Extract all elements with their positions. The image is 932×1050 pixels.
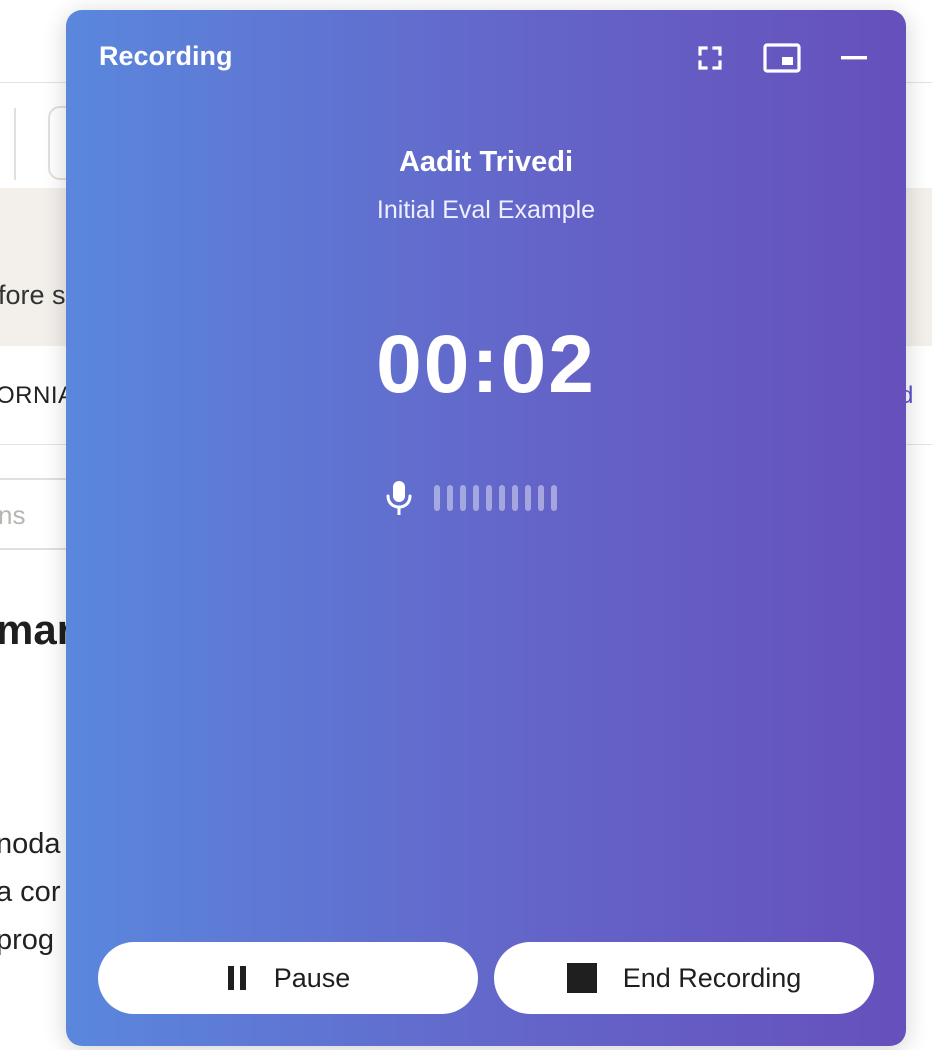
pause-button[interactable]: Pause <box>98 942 478 1014</box>
stop-icon <box>566 963 597 993</box>
level-bar <box>551 485 557 511</box>
picture-in-picture-icon <box>763 43 801 73</box>
section-heading: mar <box>0 606 74 653</box>
level-bar <box>473 485 479 511</box>
info-row-label: ORNIA <box>0 382 75 409</box>
toolbar-separator <box>14 108 16 180</box>
level-bars <box>434 485 557 511</box>
end-recording-button-label: End Recording <box>622 962 802 993</box>
level-bar <box>512 485 518 511</box>
microphone-icon <box>386 481 412 515</box>
recording-panel: Recording Aadit Trivedi Initial Eval Exa… <box>66 10 906 1046</box>
body-text-line: noda <box>0 828 61 860</box>
notice-banner-text: fore s <box>0 280 66 310</box>
fullscreen-icon <box>698 46 722 70</box>
level-bar <box>447 485 453 511</box>
pause-icon <box>227 966 246 990</box>
body-text-line: prog <box>0 924 55 956</box>
end-recording-button[interactable]: End Recording <box>494 942 874 1014</box>
fullscreen-button[interactable] <box>690 38 730 78</box>
level-bar <box>499 485 505 511</box>
patient-name: Aadit Trivedi <box>398 146 574 178</box>
pause-button-label: Pause <box>273 962 351 993</box>
level-bar <box>525 485 531 511</box>
minimize-button[interactable] <box>834 38 874 78</box>
body-text-line: a cor <box>0 876 61 908</box>
level-bar <box>434 485 440 511</box>
session-name: Initial Eval Example <box>376 196 596 224</box>
panel-title: Recording <box>99 41 233 71</box>
audio-level-meter <box>386 478 557 518</box>
level-bar <box>486 485 492 511</box>
level-bar <box>460 485 466 511</box>
search-placeholder: ns <box>0 500 26 530</box>
minimize-icon <box>841 56 867 60</box>
level-bar <box>538 485 544 511</box>
elapsed-timer: 00:02 <box>376 319 596 410</box>
picture-in-picture-button[interactable] <box>762 38 802 78</box>
